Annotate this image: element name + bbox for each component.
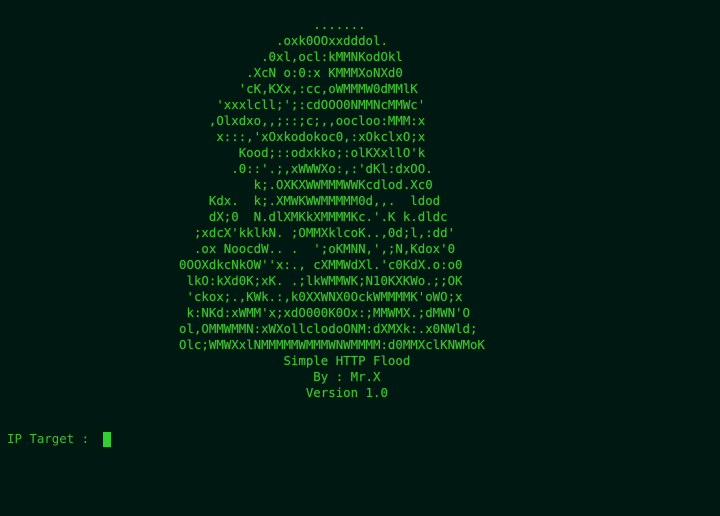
banner-line: Olc;WMWXxlNMMMMMWMMMWNWMMMM:d0MMXclKNWMo…: [0, 337, 485, 352]
prompt-label: IP Target :: [7, 431, 97, 446]
terminal-window: ....... .oxk0OOxxdddol. .0xl,ocl:kMMNKod…: [0, 0, 720, 516]
banner-line: .oxk0OOxxdddol.: [0, 33, 388, 48]
banner-line: k;.OXKXWWMMMWWKcdlod.Xc0: [0, 177, 433, 192]
app-title: Simple HTTP Flood: [0, 353, 411, 368]
banner-line: x:::,'xOxkodokoc0,:xOkclxO;x: [0, 129, 426, 144]
banner-line: ;xdcX'kklkN. ;OMMXklcoK..,0d;l,:dd': [0, 225, 456, 240]
banner-line: 0OOXdkcNkOW''x:., cXMMWdXl.'c0KdX.o:o0: [0, 257, 463, 272]
banner-line: .0::'.;,xWWWXo:,:'dKl:dxOO.: [0, 161, 433, 176]
ascii-banner: ....... .oxk0OOxxdddol. .0xl,ocl:kMMNKod…: [0, 17, 720, 401]
banner-line: 'ckox;.,KWk.:,k0XXWNX0OckWMMMMK'oWO;x: [0, 289, 463, 304]
banner-line: .......: [0, 17, 366, 32]
banner-line: 'xxxlcll;';:cdOOO0NMMNcMMWc': [0, 97, 426, 112]
banner-line: .ox NoocdW.. . ';oKMNN,',;N,Kdox'0: [0, 241, 456, 256]
banner-line: 'cK,KXx,:cc,oWMMMW0dMMlK: [0, 81, 418, 96]
banner-line: .XcN o:0:x KMMMXoNXd0: [0, 65, 403, 80]
banner-line: lkO:kXd0K;xK. .;lkWMMWK;N10KXKWo.;;OK: [0, 273, 463, 288]
banner-line: k:NKd:xWMM'x;xdO000K0Ox:;MMWMX.;dMWN'O: [0, 305, 470, 320]
banner-line: .0xl,ocl:kMMNKodOkl: [0, 49, 403, 64]
banner-line: ol,OMMWMMN:xWXollclodoONM:dXMXk:.x0NWld;: [0, 321, 478, 336]
text-cursor[interactable]: [102, 431, 111, 447]
version-line: Version 1.0: [0, 385, 388, 400]
author-line: By : Mr.X: [0, 369, 381, 384]
banner-line: dX;0 N.dlXMKkXMMMMKc.'.K k.dldc: [0, 209, 448, 224]
banner-line: Kood;::odxkko;:olKXxllO'k: [0, 145, 426, 160]
banner-line: ,Olxdxo,,;::;c;,,oocloo:MMM:x: [0, 113, 426, 128]
banner-line: Kdx. k;.XMWKWWMMMMM0d,,. ldod: [0, 193, 441, 208]
input-prompt[interactable]: IP Target :: [7, 431, 111, 447]
